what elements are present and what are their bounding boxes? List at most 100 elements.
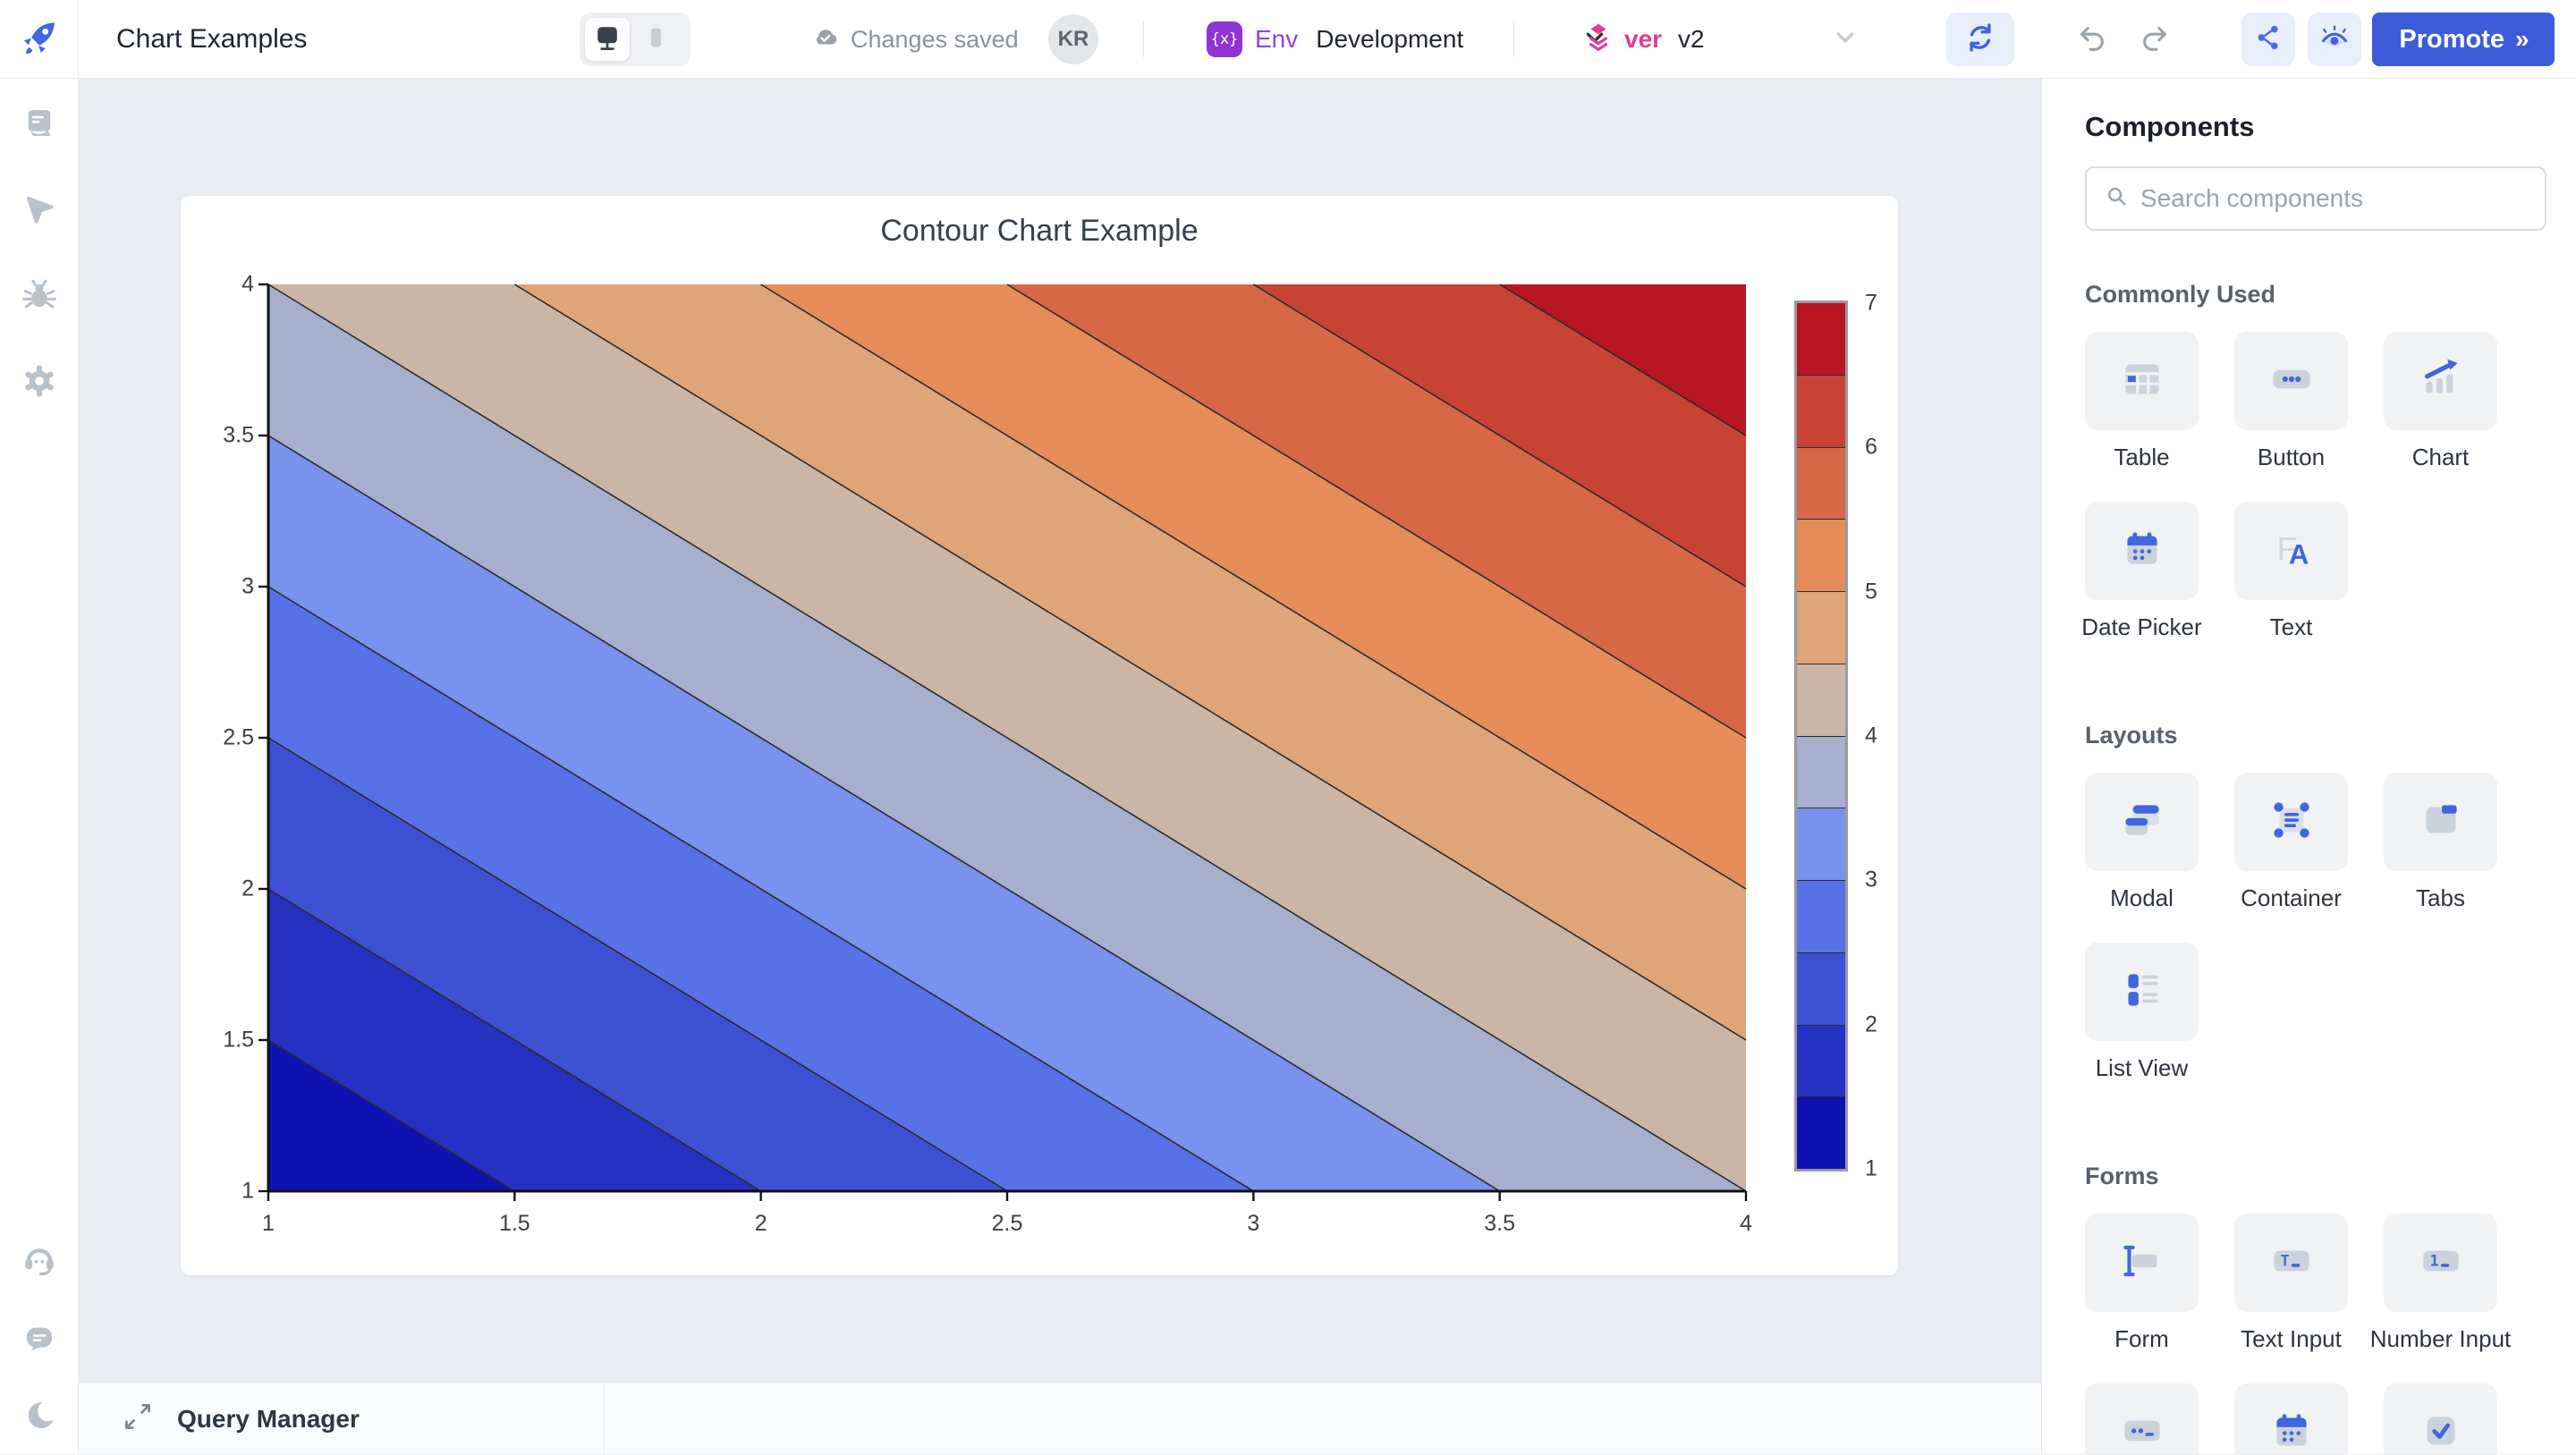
query-manager-label: Query Manager	[177, 1405, 360, 1434]
component-card-tabs[interactable]: Tabs	[2366, 773, 2515, 912]
component-label: Table	[2114, 444, 2169, 471]
query-manager-toggle[interactable]: Query Manager	[79, 1383, 605, 1455]
expand-icon	[122, 1400, 154, 1437]
contour-plot: 11.522.533.5411.522.533.54	[268, 284, 1746, 1191]
version-selector[interactable]: ver v2	[1581, 0, 1860, 79]
button-icon	[2266, 353, 2318, 410]
component-card-date-picker[interactable]: Date Picker	[2216, 1383, 2366, 1454]
svg-text:A: A	[2288, 538, 2308, 570]
search-input[interactable]	[2140, 184, 2529, 213]
desktop-toggle-button[interactable]	[585, 18, 630, 61]
colorbar-tick-label: 3	[1865, 867, 1877, 893]
colorbar-segment	[1797, 1096, 1845, 1169]
mobile-toggle-button[interactable]	[633, 18, 678, 61]
section-label: Commonly Used	[2085, 281, 2546, 309]
tabs-icon	[2415, 794, 2467, 850]
component-card-date-picker[interactable]: Date Picker	[2067, 502, 2216, 641]
env-label: Env	[1255, 25, 1298, 54]
component-label: Tabs	[2416, 884, 2465, 912]
x-tick-label: 2	[755, 1211, 767, 1237]
colorbar-segment	[1797, 375, 1845, 447]
search-icon	[2103, 182, 2131, 216]
chat-icon[interactable]	[20, 1318, 59, 1358]
y-tick-label: 2	[174, 876, 254, 902]
component-label: Chart	[2412, 444, 2470, 471]
colorbar-tick-label: 7	[1865, 291, 1877, 317]
bottom-bar: Query Manager	[79, 1382, 2041, 1454]
component-card-table[interactable]: Table	[2067, 332, 2216, 471]
x-tick-label: 2.5	[992, 1211, 1023, 1237]
app-logo[interactable]	[0, 0, 79, 79]
colorbar-segment	[1797, 303, 1845, 375]
textinput-icon: T	[2266, 1235, 2318, 1291]
component-card-chart[interactable]: Chart	[2366, 332, 2515, 471]
component-label: Text	[2270, 613, 2313, 641]
top-bar: Chart Examples Changes saved KR {x} Env …	[0, 0, 2576, 79]
support-icon[interactable]	[20, 1239, 59, 1279]
page-title: Chart Examples	[116, 0, 307, 79]
component-card-text-input[interactable]: T Text Input	[2216, 1214, 2366, 1353]
colorbar-segment	[1797, 447, 1845, 520]
eye-icon	[2318, 21, 2351, 58]
y-tick-label: 3.5	[174, 423, 254, 449]
double-chevron-icon: »	[2515, 25, 2528, 54]
chart-component[interactable]: Contour Chart Example 11.522.533.5411.52…	[181, 196, 1898, 1275]
env-badge-icon: {x}	[1207, 21, 1242, 57]
y-tick-label: 4	[174, 272, 254, 298]
component-card-list-view[interactable]: List View	[2067, 943, 2216, 1082]
colorbar-segment	[1797, 591, 1845, 664]
chevron-down-icon	[1830, 22, 1860, 57]
component-card-text[interactable]: FA Text	[2216, 502, 2366, 641]
component-card-checkbox[interactable]: Checkbox	[2366, 1383, 2515, 1454]
components-panel: Components Commonly Used Table Button Ch…	[2041, 79, 2576, 1454]
colorbar-tick-label: 4	[1865, 723, 1877, 749]
component-search[interactable]	[2085, 166, 2546, 231]
device-toggle	[580, 13, 691, 66]
component-card-password-input[interactable]: Password Input	[2067, 1383, 2216, 1454]
ver-label: ver	[1624, 25, 1662, 54]
desktop-icon	[591, 21, 623, 58]
app-canvas[interactable]: Contour Chart Example 11.522.533.5411.52…	[79, 79, 2041, 1382]
ver-value: v2	[1678, 25, 1705, 54]
save-status-label: Changes saved	[851, 26, 1019, 54]
component-label: Form	[2114, 1325, 2169, 1353]
datepicker-icon	[2116, 523, 2168, 579]
colorbar: 7654321	[1794, 300, 1848, 1172]
y-tick-label: 3	[174, 574, 254, 600]
component-card-number-input[interactable]: 1 Number Input	[2366, 1214, 2515, 1353]
component-card-button[interactable]: Button	[2216, 332, 2366, 471]
script-icon[interactable]	[20, 104, 59, 143]
refresh-button[interactable]	[1946, 13, 2014, 66]
dark-mode-icon[interactable]	[20, 1397, 59, 1436]
divider	[1513, 21, 1514, 57]
promote-button[interactable]: Promote »	[2372, 13, 2555, 66]
colorbar-segment	[1797, 519, 1845, 591]
preview-button[interactable]	[2308, 13, 2361, 66]
share-button[interactable]	[2241, 13, 2295, 66]
promote-label: Promote	[2399, 25, 2504, 55]
y-tick-label: 1.5	[174, 1028, 254, 1053]
undo-button[interactable]	[2072, 20, 2111, 59]
chart-icon	[2415, 353, 2467, 410]
table-icon	[2116, 353, 2168, 410]
redo-icon	[2139, 21, 2173, 59]
section-label: Layouts	[2085, 722, 2546, 749]
settings-icon[interactable]	[20, 361, 59, 401]
component-card-container[interactable]: Container	[2216, 773, 2366, 912]
component-card-form[interactable]: Form	[2067, 1214, 2216, 1353]
y-tick-label: 2.5	[174, 725, 254, 751]
rocket-logo-icon	[19, 17, 60, 63]
component-label: Date Picker	[2081, 613, 2201, 641]
container-icon	[2266, 794, 2318, 850]
component-card-modal[interactable]: Modal	[2067, 773, 2216, 912]
svg-text:1: 1	[2429, 1252, 2438, 1269]
redo-button[interactable]	[2136, 20, 2175, 59]
environment-selector[interactable]: {x} Env Development	[1207, 0, 1610, 79]
avatar[interactable]: KR	[1048, 14, 1098, 64]
pointer-icon[interactable]	[20, 190, 59, 229]
component-label: Number Input	[2370, 1325, 2512, 1353]
svg-text:T: T	[2280, 1252, 2289, 1269]
datepicker-icon	[2266, 1405, 2318, 1455]
component-label: Modal	[2110, 884, 2174, 912]
bug-icon[interactable]	[20, 275, 59, 315]
